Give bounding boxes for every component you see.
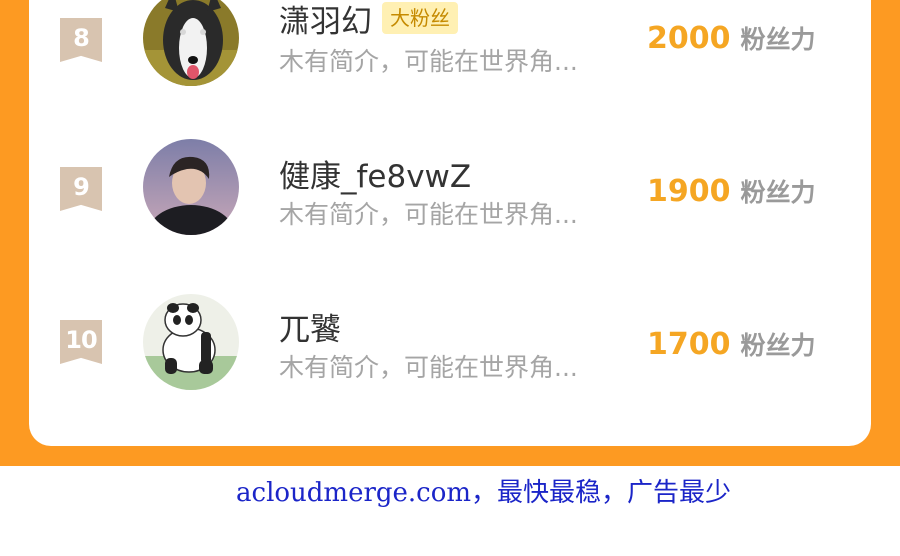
username-line: 潇羽幻 大粉丝	[279, 0, 458, 41]
user-bio: 木有简介，可能在世界角...	[279, 200, 578, 229]
fan-ranking-card: 8 潇羽幻 大粉丝 木有简介，可能在世界角... 2000 粉丝力 9 健康_f…	[29, 0, 871, 446]
rank-badge: 10	[60, 320, 102, 364]
rank-badge: 9	[60, 167, 102, 211]
score-value: 2000	[647, 21, 731, 56]
username[interactable]: 潇羽幻	[279, 0, 372, 41]
user-bio: 木有简介，可能在世界角...	[279, 47, 578, 76]
score-value: 1900	[647, 174, 731, 209]
username-line: 兀饕	[279, 304, 341, 349]
fan-power-score: 2000 粉丝力	[647, 20, 816, 56]
panda-avatar[interactable]	[143, 294, 239, 390]
person-avatar[interactable]	[143, 139, 239, 235]
username[interactable]: 兀饕	[279, 304, 341, 349]
site-watermark-footer: acloudmerge.com，最快最稳，广告最少	[236, 478, 732, 508]
score-value: 1700	[647, 327, 731, 362]
score-unit: 粉丝力	[740, 178, 816, 207]
list-item[interactable]: 10 兀饕 木有简介，可能在世界角... 1700 粉丝力	[29, 284, 871, 404]
username-line: 健康_fe8vwZ	[279, 151, 471, 196]
fan-level-badge: 大粉丝	[382, 2, 458, 34]
dog-avatar[interactable]	[143, 0, 239, 86]
score-unit: 粉丝力	[740, 331, 816, 360]
score-unit: 粉丝力	[740, 25, 816, 54]
fan-power-score: 1700 粉丝力	[647, 326, 816, 362]
list-item[interactable]: 8 潇羽幻 大粉丝 木有简介，可能在世界角... 2000 粉丝力	[29, 0, 871, 98]
list-item[interactable]: 9 健康_fe8vwZ 木有简介，可能在世界角... 1900 粉丝力	[29, 131, 871, 251]
user-bio: 木有简介，可能在世界角...	[279, 353, 578, 382]
username[interactable]: 健康_fe8vwZ	[279, 151, 471, 196]
fan-power-score: 1900 粉丝力	[647, 173, 816, 209]
rank-badge: 8	[60, 18, 102, 62]
